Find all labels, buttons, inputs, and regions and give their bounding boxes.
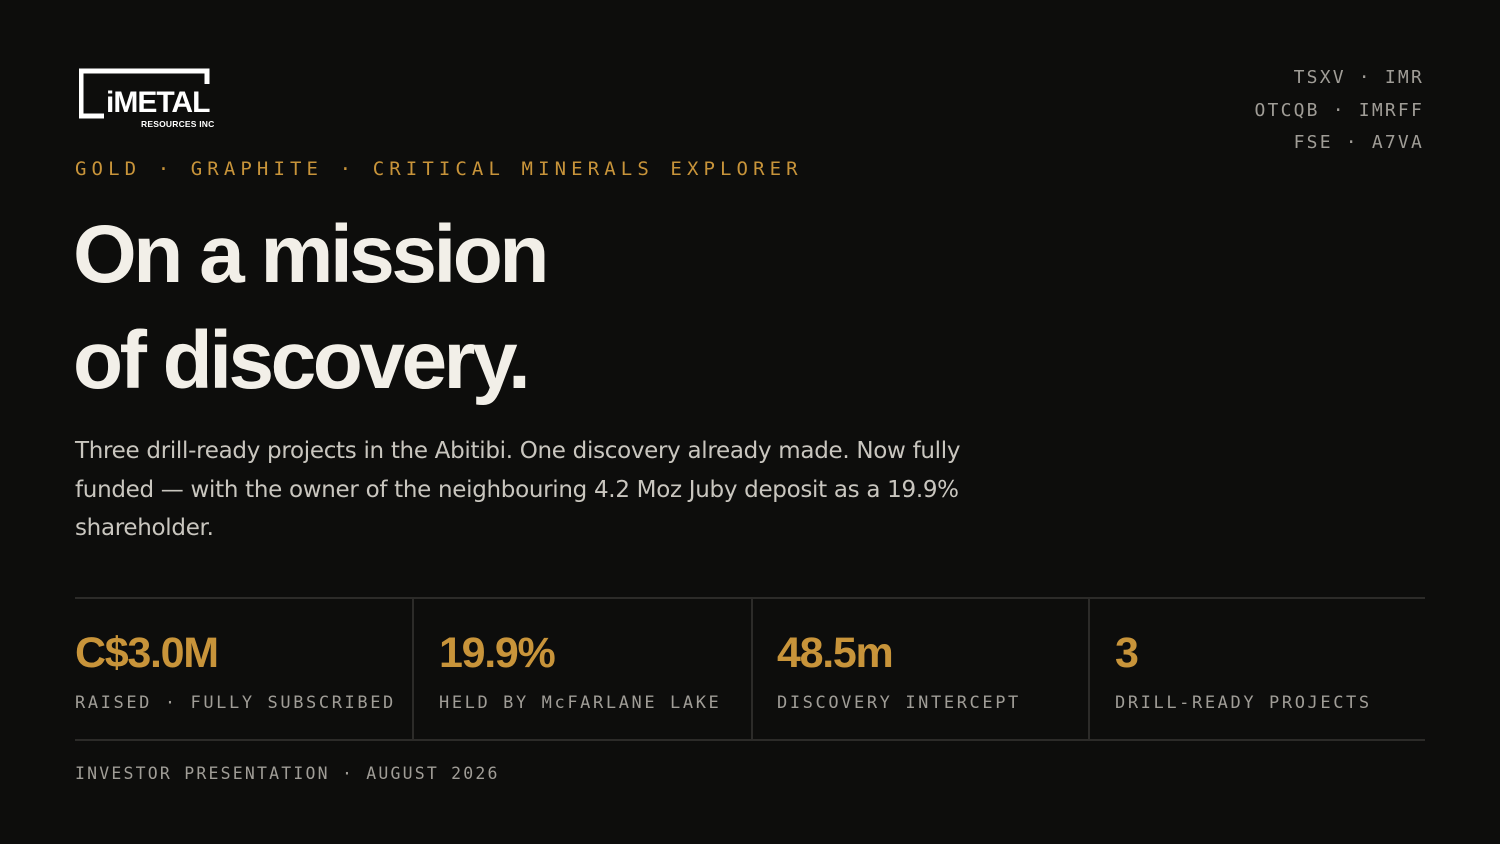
headline-line-2: of discovery. xyxy=(73,315,531,406)
logo-subline: RESOURCES INC xyxy=(141,119,214,129)
headline: On a mission of discovery. xyxy=(73,202,549,414)
imetal-logo-mark: iMETAL RESOURCES INC xyxy=(78,68,214,129)
stat-raised: C$3.0M RAISED · FULLY SUBSCRIBED xyxy=(75,599,412,739)
logo-wordmark: iMETAL xyxy=(106,86,210,119)
stat-value: C$3.0M xyxy=(75,629,219,677)
stat-label: RAISED · FULLY SUBSCRIBED xyxy=(75,693,396,713)
stat-label: DRILL-READY PROJECTS xyxy=(1115,693,1372,713)
footer-caption: INVESTOR PRESENTATION · AUGUST 2026 xyxy=(75,764,500,783)
ticker-otcqb: OTCQB · IMRFF xyxy=(1254,99,1424,121)
stat-projects: 3 DRILL-READY PROJECTS xyxy=(1088,599,1425,739)
ticker-tsxv: TSXV · IMR xyxy=(1293,67,1424,88)
stat-value: 48.5m xyxy=(777,629,894,677)
stats-row: C$3.0M RAISED · FULLY SUBSCRIBED 19.9% H… xyxy=(75,597,1425,741)
intro-paragraph: Three drill-ready projects in the Abitib… xyxy=(75,438,961,541)
headline-line-1: On a mission xyxy=(73,209,549,300)
stat-holding: 19.9% HELD BY McFARLANE LAKE xyxy=(412,599,751,739)
stat-label: DISCOVERY INTERCEPT xyxy=(777,693,1021,713)
company-logo: iMETAL RESOURCES INC xyxy=(78,68,219,130)
stat-value: 19.9% xyxy=(439,629,556,677)
ticker-fse: FSE · A7VA xyxy=(1293,132,1424,153)
stat-label: HELD BY McFARLANE LAKE xyxy=(439,693,722,713)
eyebrow-tagline: GOLD · GRAPHITE · CRITICAL MINERALS EXPL… xyxy=(75,158,803,180)
ticker-list: TSXV · IMR OTCQB · IMRFF FSE · A7VA xyxy=(1255,62,1424,160)
stat-intercept: 48.5m DISCOVERY INTERCEPT xyxy=(751,599,1088,739)
stat-value: 3 xyxy=(1115,629,1139,677)
